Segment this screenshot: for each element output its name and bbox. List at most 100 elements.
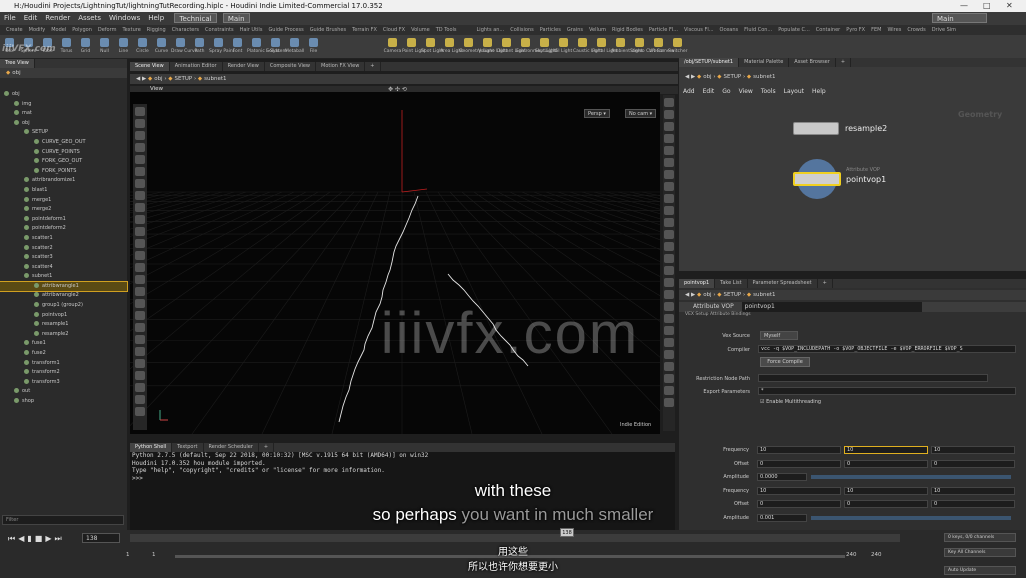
- shelf-tab[interactable]: Rigging: [144, 25, 169, 35]
- tree-row[interactable]: shop: [0, 397, 127, 407]
- tree-row[interactable]: scatter1: [0, 234, 127, 244]
- viewport-tool-icon[interactable]: [135, 311, 145, 320]
- viewport-tool-icon[interactable]: [664, 386, 674, 395]
- shelf-tool[interactable]: Null: [95, 35, 114, 58]
- net-menu-layout[interactable]: Layout: [780, 88, 808, 95]
- shelf-tool[interactable]: Draw Curve: [171, 35, 197, 58]
- maximize-button[interactable]: □: [983, 0, 991, 12]
- viewport-tool-icon[interactable]: [664, 278, 674, 287]
- viewport-tool-icon[interactable]: [664, 146, 674, 155]
- shelf-tool[interactable]: Font: [228, 35, 247, 58]
- desktop-selector-main[interactable]: Main: [222, 13, 250, 23]
- shelf-tab[interactable]: Cloud FX: [380, 25, 408, 35]
- tab-pointvop1[interactable]: pointvop1: [679, 279, 716, 288]
- param-vector-field[interactable]: 10: [931, 446, 1015, 454]
- add-tab-icon[interactable]: +: [818, 279, 833, 288]
- shelf-tab[interactable]: Hair Utils: [237, 25, 266, 35]
- shelf-tool[interactable]: File: [304, 35, 323, 58]
- tab-composite-view[interactable]: Composite View: [265, 62, 316, 71]
- viewport-tool-icon[interactable]: [135, 215, 145, 224]
- shelf-tool[interactable]: Circle: [133, 35, 152, 58]
- perspective-menu[interactable]: Persp ▾: [584, 109, 610, 118]
- viewport-tool-icon[interactable]: [135, 131, 145, 140]
- shelf-tab[interactable]: Oceans: [717, 25, 742, 35]
- timeline-track[interactable]: [130, 534, 900, 542]
- shelf-tab[interactable]: Pyro FX: [843, 25, 868, 35]
- tab-render-view[interactable]: Render View: [223, 62, 265, 71]
- shelf-tool[interactable]: Distant Light: [497, 35, 526, 58]
- param-vector-field[interactable]: 10: [844, 446, 928, 454]
- viewport-tool-icon[interactable]: [135, 203, 145, 212]
- tree-row[interactable]: fuse1: [0, 339, 127, 349]
- viewport-tool-icon[interactable]: [135, 407, 145, 416]
- viewport-tool-icon[interactable]: [664, 158, 674, 167]
- menu-windows[interactable]: Windows: [105, 12, 144, 25]
- viewport-tool-icon[interactable]: [664, 218, 674, 227]
- shelf-tool[interactable]: Caustic Light: [573, 35, 602, 58]
- shelf-tool[interactable]: Ambient Light: [611, 35, 643, 58]
- viewport-tool-icon[interactable]: [135, 323, 145, 332]
- path-subnet[interactable]: subnet1: [204, 76, 226, 82]
- viewport-tool-icon[interactable]: [664, 374, 674, 383]
- path-setup[interactable]: SETUP: [175, 76, 193, 82]
- tree-row[interactable]: resample1: [0, 320, 127, 330]
- shelf-tab[interactable]: Lights an...: [474, 25, 508, 35]
- viewport-tool-icon[interactable]: [664, 170, 674, 179]
- param-vector-field[interactable]: 0: [757, 459, 841, 468]
- viewport-tool-icon[interactable]: [664, 230, 674, 239]
- param-vector-field[interactable]: 10: [757, 446, 841, 454]
- pointvop1-node[interactable]: [793, 172, 841, 186]
- viewport-tool-icon[interactable]: [135, 143, 145, 152]
- shelf-tool[interactable]: Spot Light: [421, 35, 444, 58]
- vex-source-menu[interactable]: Myself: [760, 331, 798, 340]
- tree-row[interactable]: attribrandomize1: [0, 176, 127, 186]
- shelf-tool[interactable]: Area Light: [440, 35, 463, 58]
- shelf-tool[interactable]: GI Light: [554, 35, 573, 58]
- net-menu-edit[interactable]: Edit: [699, 88, 719, 95]
- back-icon[interactable]: ◀ ▶: [136, 76, 148, 82]
- shelf-tool[interactable]: Grid: [76, 35, 95, 58]
- path-subnet[interactable]: subnet1: [753, 74, 775, 80]
- resample2-node[interactable]: [793, 122, 839, 135]
- shelf-tool[interactable]: Path: [190, 35, 209, 58]
- viewport-tool-icon[interactable]: [135, 299, 145, 308]
- close-button[interactable]: ✕: [1006, 0, 1013, 12]
- tree-row[interactable]: obj: [0, 119, 127, 129]
- tab-animation-editor[interactable]: Animation Editor: [170, 62, 223, 71]
- net-menu-help[interactable]: Help: [808, 88, 830, 95]
- shelf-tab[interactable]: Collisions: [507, 25, 537, 35]
- tree-row[interactable]: transform3: [0, 378, 127, 388]
- shelf-tool[interactable]: Volume Light: [478, 35, 507, 58]
- param-vector-field[interactable]: 0: [844, 459, 928, 468]
- menu-file[interactable]: File: [0, 12, 20, 25]
- shelf-tab[interactable]: Viscous Fl...: [681, 25, 717, 35]
- viewport-tool-icon[interactable]: [135, 155, 145, 164]
- param-value-field[interactable]: 0.0000: [757, 473, 807, 481]
- multithreading-toggle[interactable]: ☑ Enable Multithreading: [760, 399, 821, 405]
- viewport-tool-icon[interactable]: [664, 110, 674, 119]
- path-obj[interactable]: obj: [703, 292, 711, 298]
- shelf-tab[interactable]: Constraints: [202, 25, 237, 35]
- add-tab-icon[interactable]: +: [836, 58, 852, 67]
- viewport-tool-icon[interactable]: [135, 371, 145, 380]
- shelf-tab[interactable]: Deform: [95, 25, 120, 35]
- shelf-tool[interactable]: Line: [114, 35, 133, 58]
- viewport-tool-icon[interactable]: [664, 206, 674, 215]
- tree-row[interactable]: mat: [0, 109, 127, 119]
- shelf-tab[interactable]: Container: [813, 25, 843, 35]
- desktop-selector-left[interactable]: Technical: [174, 13, 217, 23]
- shelf-tab[interactable]: Polygon: [69, 25, 95, 35]
- viewport-tool-icon[interactable]: [135, 275, 145, 284]
- viewport-tool-icon[interactable]: [135, 191, 145, 200]
- viewport-tool-icon[interactable]: [135, 251, 145, 260]
- viewport-tool-icon[interactable]: [664, 290, 674, 299]
- param-vector-field[interactable]: 0: [931, 459, 1015, 468]
- shelf-tool[interactable]: Curve: [152, 35, 171, 58]
- scene-viewport[interactable]: Persp ▾ No cam ▾ Indie Edition: [130, 92, 660, 434]
- tree-row[interactable]: fuse2: [0, 349, 127, 359]
- net-menu-add[interactable]: Add: [679, 88, 699, 95]
- viewport-tool-icon[interactable]: [664, 194, 674, 203]
- shelf-tab[interactable]: Characters: [169, 25, 202, 35]
- shelf-tool[interactable]: L-System: [266, 35, 287, 58]
- tree-row[interactable]: subnet1: [0, 272, 127, 282]
